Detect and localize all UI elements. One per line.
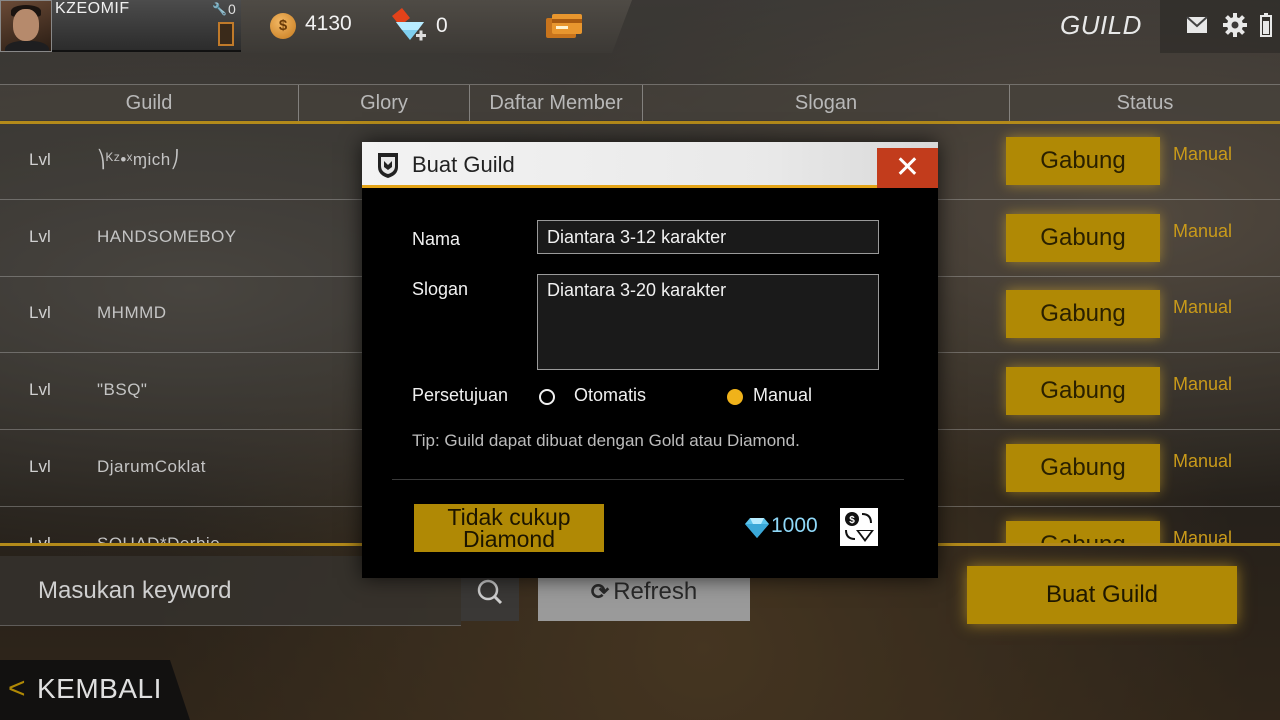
currency-exchange-button[interactable]: $ [840, 508, 878, 546]
join-button[interactable]: Gabung [1006, 214, 1160, 262]
row-level: Lvl [29, 227, 51, 246]
battery-icon [1260, 13, 1272, 37]
row-guild-name: MHMMD [97, 303, 167, 322]
radio-manual-label[interactable]: Manual [753, 385, 812, 406]
dialog-divider [392, 479, 904, 480]
radio-automatic[interactable] [539, 389, 555, 405]
dialog-tip: Tip: Guild dapat dibuat dengan Gold atau… [412, 431, 800, 450]
row-status: Manual [1173, 451, 1233, 471]
guild-table-header: Guild Glory Daftar Member Slogan Status [0, 84, 1280, 121]
gold-coin-icon: $ [270, 13, 296, 39]
refresh-icon: ⟳ [590, 579, 610, 604]
row-level: Lvl [29, 380, 51, 399]
radio-automatic-label[interactable]: Otomatis [574, 385, 646, 406]
top-bar: KZEOMIF 🔧 0 $ 4130 0 GUILD [0, 0, 1280, 53]
header-slogan: Slogan [643, 85, 1010, 121]
button-line-2: Diamond [462, 526, 556, 552]
diamond-plus-icon[interactable] [388, 8, 428, 44]
wrench-icon: 🔧 [212, 2, 227, 16]
gold-amount: 4130 [305, 12, 352, 35]
mail-icon[interactable] [1186, 16, 1208, 34]
player-name: KZEOMIF [55, 0, 130, 17]
dialog-title: Buat Guild [412, 152, 515, 177]
join-button[interactable]: Gabung [1006, 521, 1160, 543]
screen-title: GUILD [1060, 10, 1142, 40]
join-button[interactable]: Gabung [1006, 367, 1160, 415]
refresh-label: Refresh [613, 578, 698, 605]
back-button[interactable]: < KEMBALI [0, 660, 190, 720]
row-guild-name: DjarumCoklat [97, 457, 206, 476]
diamond-amount: 0 [436, 14, 448, 37]
create-guild-button[interactable]: Buat Guild [967, 566, 1237, 624]
name-label: Nama [412, 229, 461, 249]
close-button[interactable]: ✕ [877, 148, 938, 188]
avatar[interactable] [0, 0, 52, 52]
diamond-price: 1000 [771, 514, 818, 537]
row-level: Lvl [29, 457, 51, 476]
header-status: Status [1116, 92, 1174, 114]
diamond-icon [745, 518, 769, 538]
row-status: Manual [1173, 221, 1233, 241]
join-button[interactable]: Gabung [1006, 444, 1160, 492]
header-member-list: Daftar Member [470, 85, 643, 121]
exchange-icon: $ [845, 512, 874, 542]
row-guild-name: SQUAD*Derbie [97, 534, 220, 543]
guild-slogan-field[interactable] [537, 274, 879, 370]
join-button[interactable]: Gabung [1006, 290, 1160, 338]
row-level: Lvl [29, 303, 51, 322]
guild-shield-icon [378, 153, 398, 178]
approval-label: Persetujuan [412, 385, 509, 405]
close-icon: ✕ [894, 150, 921, 185]
header-guild: Guild [0, 85, 299, 121]
create-guild-dialog: Buat Guild ✕ Nama Slogan Persetujuan Oto… [362, 142, 938, 578]
row-status: Manual [1173, 528, 1233, 543]
row-guild-name: "BSQ" [97, 380, 148, 399]
wrench-count: 0 [228, 1, 236, 17]
gear-icon[interactable] [1223, 13, 1247, 37]
back-label: KEMBALI [37, 673, 162, 704]
card-icon[interactable] [545, 13, 583, 39]
row-guild-name: ⎞ᴷᶻ•ˣɱich⎠ [97, 150, 180, 169]
row-level: Lvl [29, 534, 51, 543]
join-button[interactable]: Gabung [1006, 137, 1160, 185]
row-status: Manual [1173, 374, 1233, 394]
door-icon[interactable] [218, 22, 234, 46]
dollar-symbol: $ [849, 515, 855, 526]
radio-manual[interactable] [727, 389, 743, 405]
search-input[interactable] [38, 574, 438, 608]
row-status: Manual [1173, 144, 1233, 164]
dialog-header: Buat Guild ✕ [362, 142, 938, 188]
row-guild-name: HANDSOMEBOY [97, 227, 237, 246]
slogan-label: Slogan [412, 279, 469, 299]
guild-name-field[interactable] [537, 220, 879, 254]
insufficient-diamond-button[interactable]: Tidak cukup Diamond [414, 504, 604, 552]
row-status: Manual [1173, 297, 1233, 317]
chevron-left-icon: < [8, 672, 26, 705]
header-glory: Glory [299, 85, 470, 121]
row-level: Lvl [29, 150, 51, 169]
